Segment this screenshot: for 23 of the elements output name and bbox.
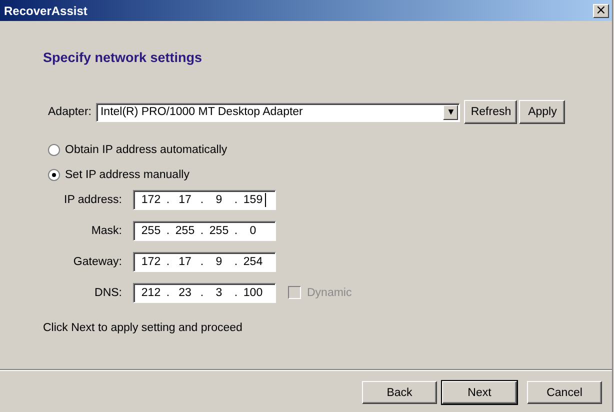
- ip-address-field[interactable]: 172 . 17 . 9 . 159: [133, 190, 276, 210]
- wizard-button[interactable]: Next: [442, 381, 517, 404]
- hint-text: Click Next to apply setting and proceed: [43, 322, 244, 334]
- checkbox-label: Dynamic: [307, 286, 352, 298]
- page-heading: Specify network settings: [43, 50, 204, 67]
- window-title: RecoverAssist: [4, 4, 88, 18]
- close-button[interactable]: ×: [593, 4, 609, 18]
- radio-button[interactable]: [48, 169, 60, 181]
- wizard-button[interactable]: Back: [362, 381, 437, 404]
- field-label: IP address:: [63, 194, 122, 206]
- adapter-button[interactable]: Refresh: [464, 100, 518, 124]
- ip-address-field[interactable]: 255 . 255 . 255 . 0: [133, 220, 276, 240]
- radio-label: Set IP address manually: [65, 169, 190, 181]
- ip-address-field[interactable]: 172 . 17 . 9 . 254: [133, 252, 276, 272]
- field-label: Mask:: [90, 224, 122, 236]
- wizard-button[interactable]: Cancel: [527, 381, 602, 404]
- field-label: Gateway:: [72, 256, 122, 268]
- field-label: DNS:: [94, 286, 122, 298]
- ip-address-field[interactable]: 212 . 23 . 3 . 100: [133, 282, 276, 302]
- radio-button[interactable]: [48, 144, 60, 156]
- radio-label: Obtain IP address automatically: [65, 144, 228, 156]
- adapter-button[interactable]: Apply: [519, 100, 566, 124]
- adapter-label: Adapter:: [48, 106, 92, 118]
